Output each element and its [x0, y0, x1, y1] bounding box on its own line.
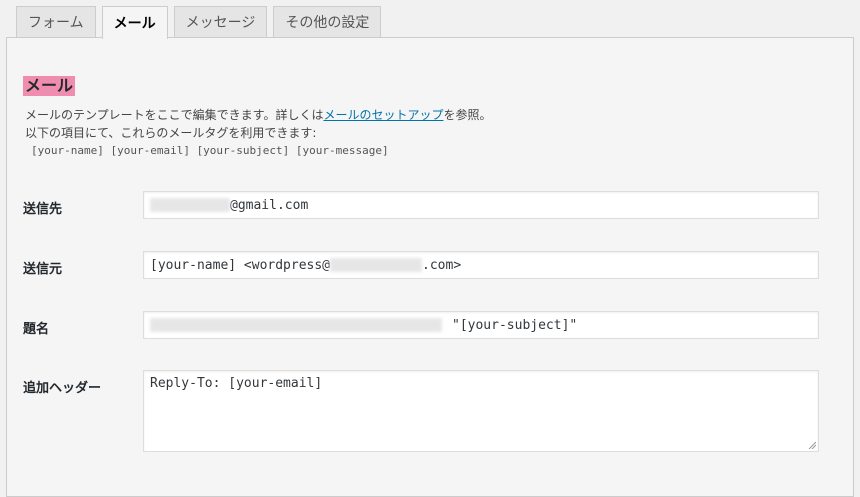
subject-label: 題名	[23, 322, 50, 337]
mail-setup-link[interactable]: メールのセットアップ	[323, 108, 443, 122]
from-input[interactable]: [your-name] <wordpress@ .com>	[143, 251, 819, 279]
additional-headers-textarea[interactable]: Reply-To: [your-email]	[143, 370, 819, 452]
subject-value-suffix: "[your-subject]"	[452, 317, 578, 333]
description-line-2: 以下の項目にて、これらのメールタグを利用できます:	[25, 126, 317, 140]
tab-bar: フォーム メール メッセージ その他の設定	[16, 6, 382, 39]
from-label: 送信元	[23, 262, 63, 277]
to-input[interactable]: @gmail.com	[143, 191, 819, 219]
mail-tags: [your-name] [your-email] [your-subject] …	[31, 144, 389, 157]
to-value-suffix: @gmail.com	[230, 197, 309, 213]
tab-additional-settings[interactable]: その他の設定	[273, 6, 382, 37]
headers-value: Reply-To: [your-email]	[150, 376, 323, 391]
redacted-text	[150, 198, 230, 212]
tab-form[interactable]: フォーム	[16, 6, 96, 37]
description-line-1: メールのテンプレートをここで編集できます。詳しくはメールのセットアップを参照。	[25, 106, 491, 124]
section-description: メールのテンプレートをここで編集できます。詳しくはメールのセットアップを参照。 …	[25, 106, 491, 142]
to-label: 送信先	[23, 202, 63, 217]
description-text: メールのテンプレートをここで編集できます。詳しくは	[25, 108, 324, 122]
tab-messages[interactable]: メッセージ	[173, 6, 268, 37]
subject-input[interactable]: "[your-subject]"	[143, 311, 819, 339]
from-value-suffix: .com>	[422, 257, 462, 273]
description-text-suffix: を参照。	[443, 108, 492, 122]
from-value-prefix: [your-name] <wordpress@	[150, 257, 331, 273]
resize-grip-icon[interactable]	[808, 441, 816, 449]
mail-panel: メール メールのテンプレートをここで編集できます。詳しくはメールのセットアップを…	[6, 37, 854, 497]
redacted-text	[330, 258, 423, 272]
section-title: メール	[23, 76, 76, 96]
headers-label: 追加ヘッダー	[23, 381, 102, 396]
redacted-text	[150, 318, 442, 332]
tab-mail[interactable]: メール	[101, 6, 168, 39]
